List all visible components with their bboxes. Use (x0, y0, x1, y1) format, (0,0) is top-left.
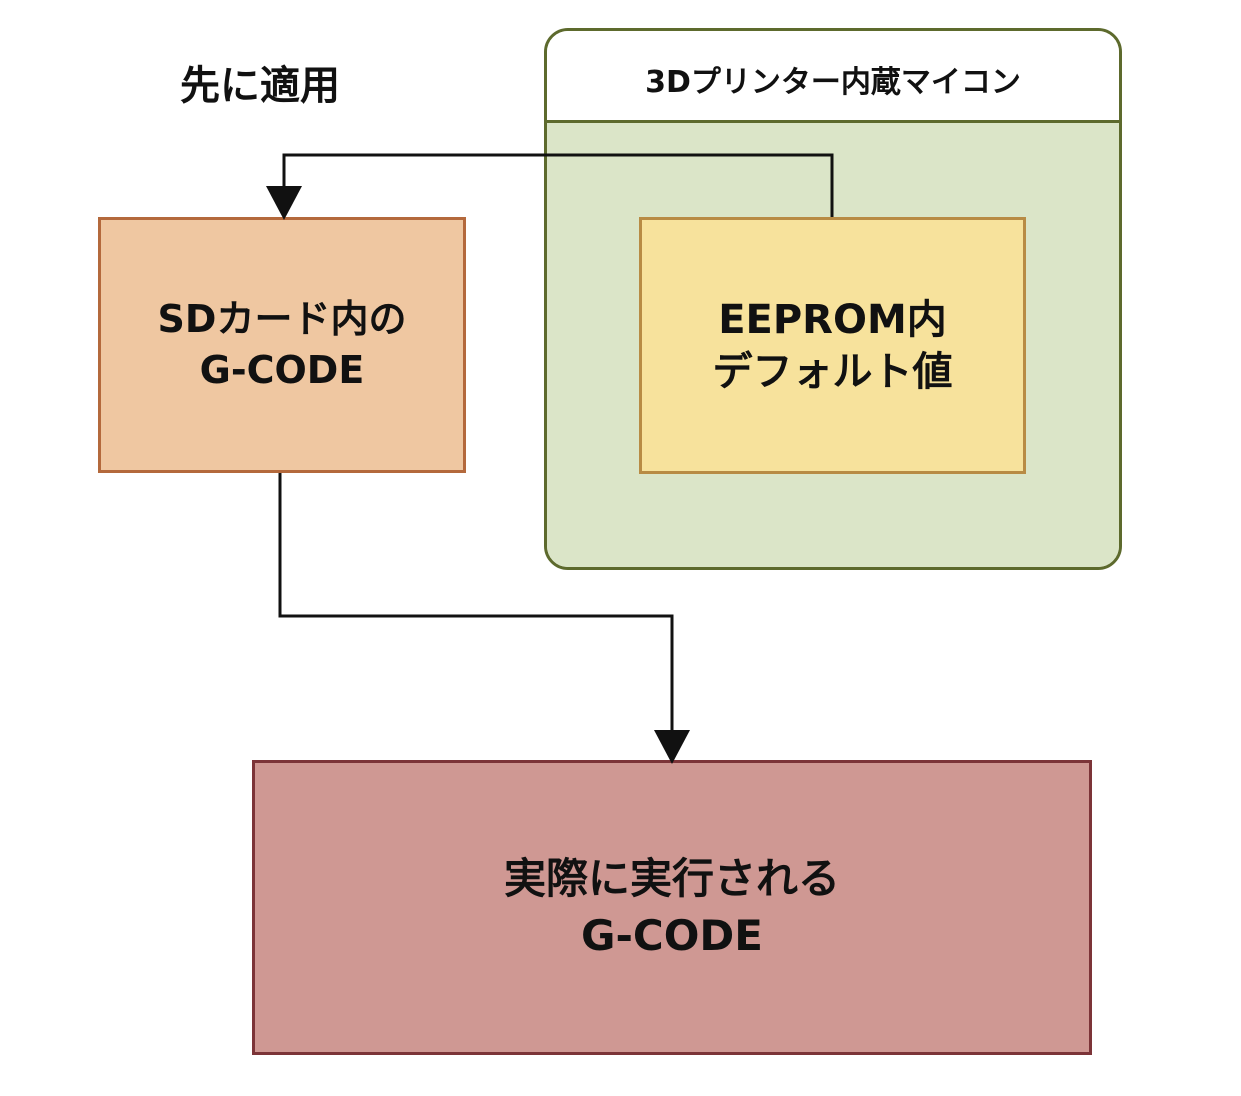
caption-label: 先に適用 (180, 63, 340, 109)
container-header: 3Dプリンター内蔵マイコン (547, 31, 1119, 123)
arrow-head-sd (266, 186, 302, 220)
diagram-canvas: 先に適用 3Dプリンター内蔵マイコン SDカード内の G-CODE EEPROM… (0, 0, 1241, 1096)
eeprom-default-box: EEPROM内 デフォルト値 (639, 217, 1026, 474)
arrow-head-result (654, 730, 690, 764)
executed-gcode-box: 実際に実行される G-CODE (252, 760, 1092, 1055)
sd-card-gcode-box: SDカード内の G-CODE (98, 217, 466, 473)
container-title: 3Dプリンター内蔵マイコン (645, 65, 1021, 100)
